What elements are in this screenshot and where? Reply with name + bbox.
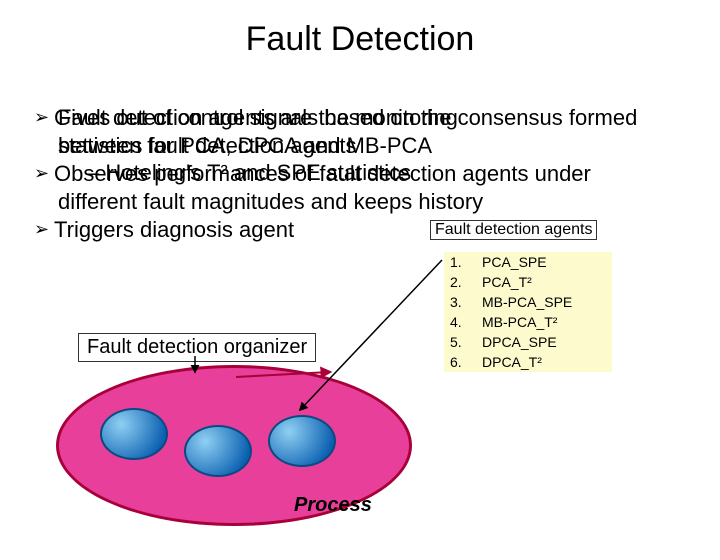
dash-text: – Hoteling's T² and SPE statistics [87,160,411,185]
list-item: 6.DPCA_T² [444,352,612,372]
bullet-icon: ➢ [34,106,54,129]
agents-label: Fault detection agents [430,220,597,240]
agent-node-icon [184,425,252,477]
bullet-text: different fault magnitudes and keeps his… [58,189,483,214]
agents-list: 1.PCA_SPE 2.PCA_T² 3.MB-PCA_SPE 4.MB-PCA… [444,252,612,372]
bullet-icon: ➢ [34,218,54,241]
agent-node-icon [100,408,168,460]
list-item: 4.MB-PCA_T² [444,312,612,332]
bullet-block: ➢Gives out of control signals based on t… [34,104,708,244]
list-item: 3.MB-PCA_SPE [444,292,612,312]
list-item: 5.DPCA_SPE [444,332,612,352]
bullet-icon: ➢ [34,162,54,185]
bullet-text: Triggers diagnosis agent [54,217,294,242]
list-item: 1.PCA_SPE [444,252,612,272]
list-item: 2.PCA_T² [444,272,612,292]
overlay-text: Fault detection agents are the monitorin… [58,105,458,130]
process-label: Process [294,494,372,517]
agent-node-icon [268,415,336,467]
overlay-text: statistics for PCA, DPCA and MB-PCA [58,133,432,158]
organizer-label: Fault detection organizer [78,333,316,362]
page-title: Fault Detection [0,20,720,59]
